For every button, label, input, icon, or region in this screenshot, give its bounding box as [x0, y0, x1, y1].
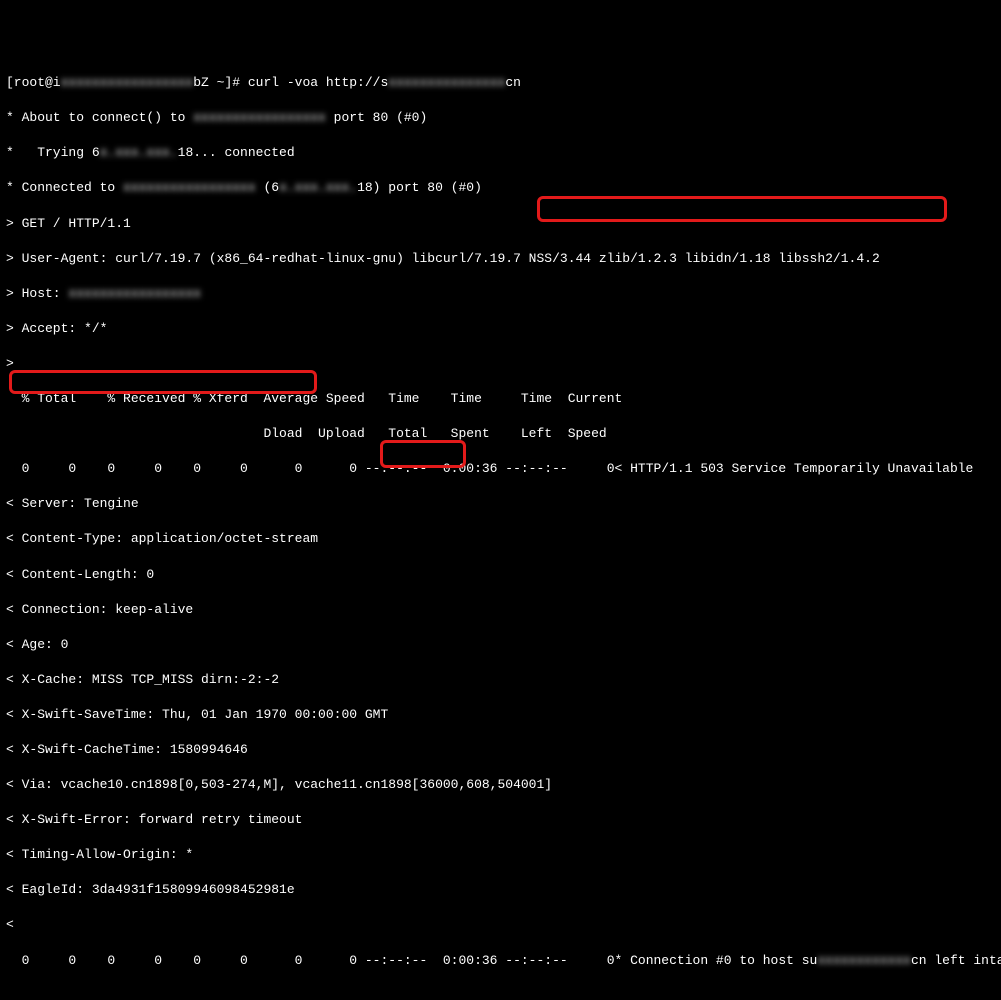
- redacted-ip: x.xxx.xxx.: [279, 179, 357, 197]
- term-line-error: < X-Swift-Error: forward retry timeout: [6, 811, 995, 829]
- term-line: * Connected to xxxxxxxxxxxxxxxxx (6x.xxx…: [6, 179, 995, 197]
- term-line-footer: 0 0 0 0 0 0 0 0 --:--:-- 0:00:36 --:--:-…: [6, 952, 995, 970]
- term-line-header: % Total % Received % Xferd Average Speed…: [6, 390, 995, 408]
- term-line: < Server: Tengine: [6, 495, 995, 513]
- term-line-header: Dload Upload Total Spent Left Speed: [6, 425, 995, 443]
- term-line: > Host: xxxxxxxxxxxxxxxxx: [6, 285, 995, 303]
- term-line: < X-Swift-CacheTime: 1580994646: [6, 741, 995, 759]
- redacted-host: xxxxxxxxxxxxxxxxx: [61, 74, 194, 92]
- redacted-ip: x.xxx.xxx.: [100, 144, 178, 162]
- redacted-host: xxxxxxxxxxxx: [817, 952, 911, 970]
- term-line: < Content-Length: 0: [6, 566, 995, 584]
- redacted-url: xxxxxxxxxxxxxxx: [388, 74, 505, 92]
- term-line: < X-Swift-SaveTime: Thu, 01 Jan 1970 00:…: [6, 706, 995, 724]
- term-line-status: 0 0 0 0 0 0 0 0 --:--:-- 0:00:36 --:--:-…: [6, 460, 995, 478]
- term-line: < X-Cache: MISS TCP_MISS dirn:-2:-2: [6, 671, 995, 689]
- term-line: < EagleId: 3da4931f15809946098452981e: [6, 881, 995, 899]
- term-line: > User-Agent: curl/7.19.7 (x86_64-redhat…: [6, 250, 995, 268]
- term-line: < Timing-Allow-Origin: *: [6, 846, 995, 864]
- redacted-host: xxxxxxxxxxxxxxxxx: [193, 109, 326, 127]
- term-line-prompt: [root@ixxxxxxxxxxxxxxxxxbZ ~]# curl -voa…: [6, 74, 995, 92]
- term-line: > GET / HTTP/1.1: [6, 215, 995, 233]
- term-line: * Trying 6x.xxx.xxx.18... connected: [6, 144, 995, 162]
- term-line: >: [6, 355, 995, 373]
- term-line: < Via: vcache10.cn1898[0,503-274,M], vca…: [6, 776, 995, 794]
- term-line: < Connection: keep-alive: [6, 601, 995, 619]
- term-line: * About to connect() to xxxxxxxxxxxxxxxx…: [6, 109, 995, 127]
- redacted-host: xxxxxxxxxxxxxxxxx: [68, 285, 201, 303]
- term-line: < Content-Type: application/octet-stream: [6, 530, 995, 548]
- term-line: < Age: 0: [6, 636, 995, 654]
- redacted-host: xxxxxxxxxxxxxxxxx: [123, 179, 256, 197]
- term-line: <: [6, 916, 995, 934]
- term-line: > Accept: */*: [6, 320, 995, 338]
